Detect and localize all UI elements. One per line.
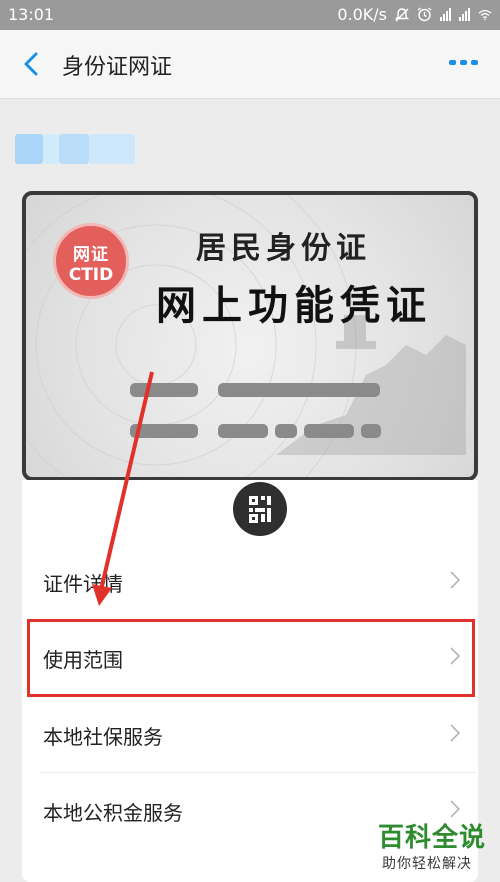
masked-field <box>130 383 198 397</box>
chevron-right-icon <box>450 724 460 742</box>
ctid-seal-logo: 网证 CTID <box>53 223 129 299</box>
chevron-right-icon <box>450 800 460 818</box>
nav-bar: 身份证网证 <box>0 30 500 99</box>
menu-item-label: 本地社保服务 <box>43 725 163 749</box>
status-icons: 0.0K/s <box>337 5 492 24</box>
watermark-brand: 百科全说 <box>378 823 487 853</box>
id-credential-card: 网证 CTID 居民身份证 网上功能凭证 <box>22 191 478 481</box>
page-title: 身份证网证 <box>62 55 173 80</box>
watermark-logo: 百科全说 助你轻松解决 <box>370 817 490 879</box>
annotation-highlight-box <box>27 619 475 697</box>
status-time: 13:01 <box>8 5 55 24</box>
blurred-user-name <box>15 134 135 164</box>
masked-field <box>361 424 381 438</box>
status-bar: 13:01 0.0K/s <box>0 0 500 30</box>
menu-item-label: 证件详情 <box>43 572 123 596</box>
mute-icon <box>395 7 409 21</box>
more-icon[interactable] <box>449 60 478 65</box>
signal-icon-2 <box>459 8 470 21</box>
masked-field <box>275 424 297 438</box>
wifi-icon <box>478 9 492 20</box>
masked-field <box>130 424 198 438</box>
masked-field <box>304 424 354 438</box>
qr-code-icon <box>249 496 271 523</box>
watermark-slogan: 助你轻松解决 <box>382 856 472 872</box>
card-title-line1: 居民身份证 <box>196 231 371 266</box>
qr-code-button[interactable] <box>233 482 287 536</box>
card-title-line2: 网上功能凭证 <box>156 283 432 329</box>
net-speed: 0.0K/s <box>337 5 387 24</box>
chevron-right-icon <box>450 571 460 589</box>
menu-item-social-security[interactable]: 本地社保服务 <box>40 697 476 773</box>
menu-item-credential-details[interactable]: 证件详情 <box>40 544 476 620</box>
menu-item-label: 本地公积金服务 <box>43 801 183 825</box>
back-arrow-icon[interactable] <box>20 51 42 77</box>
masked-field <box>218 383 380 397</box>
masked-field <box>218 424 268 438</box>
signal-icon <box>440 8 451 21</box>
alarm-icon <box>417 7 432 22</box>
